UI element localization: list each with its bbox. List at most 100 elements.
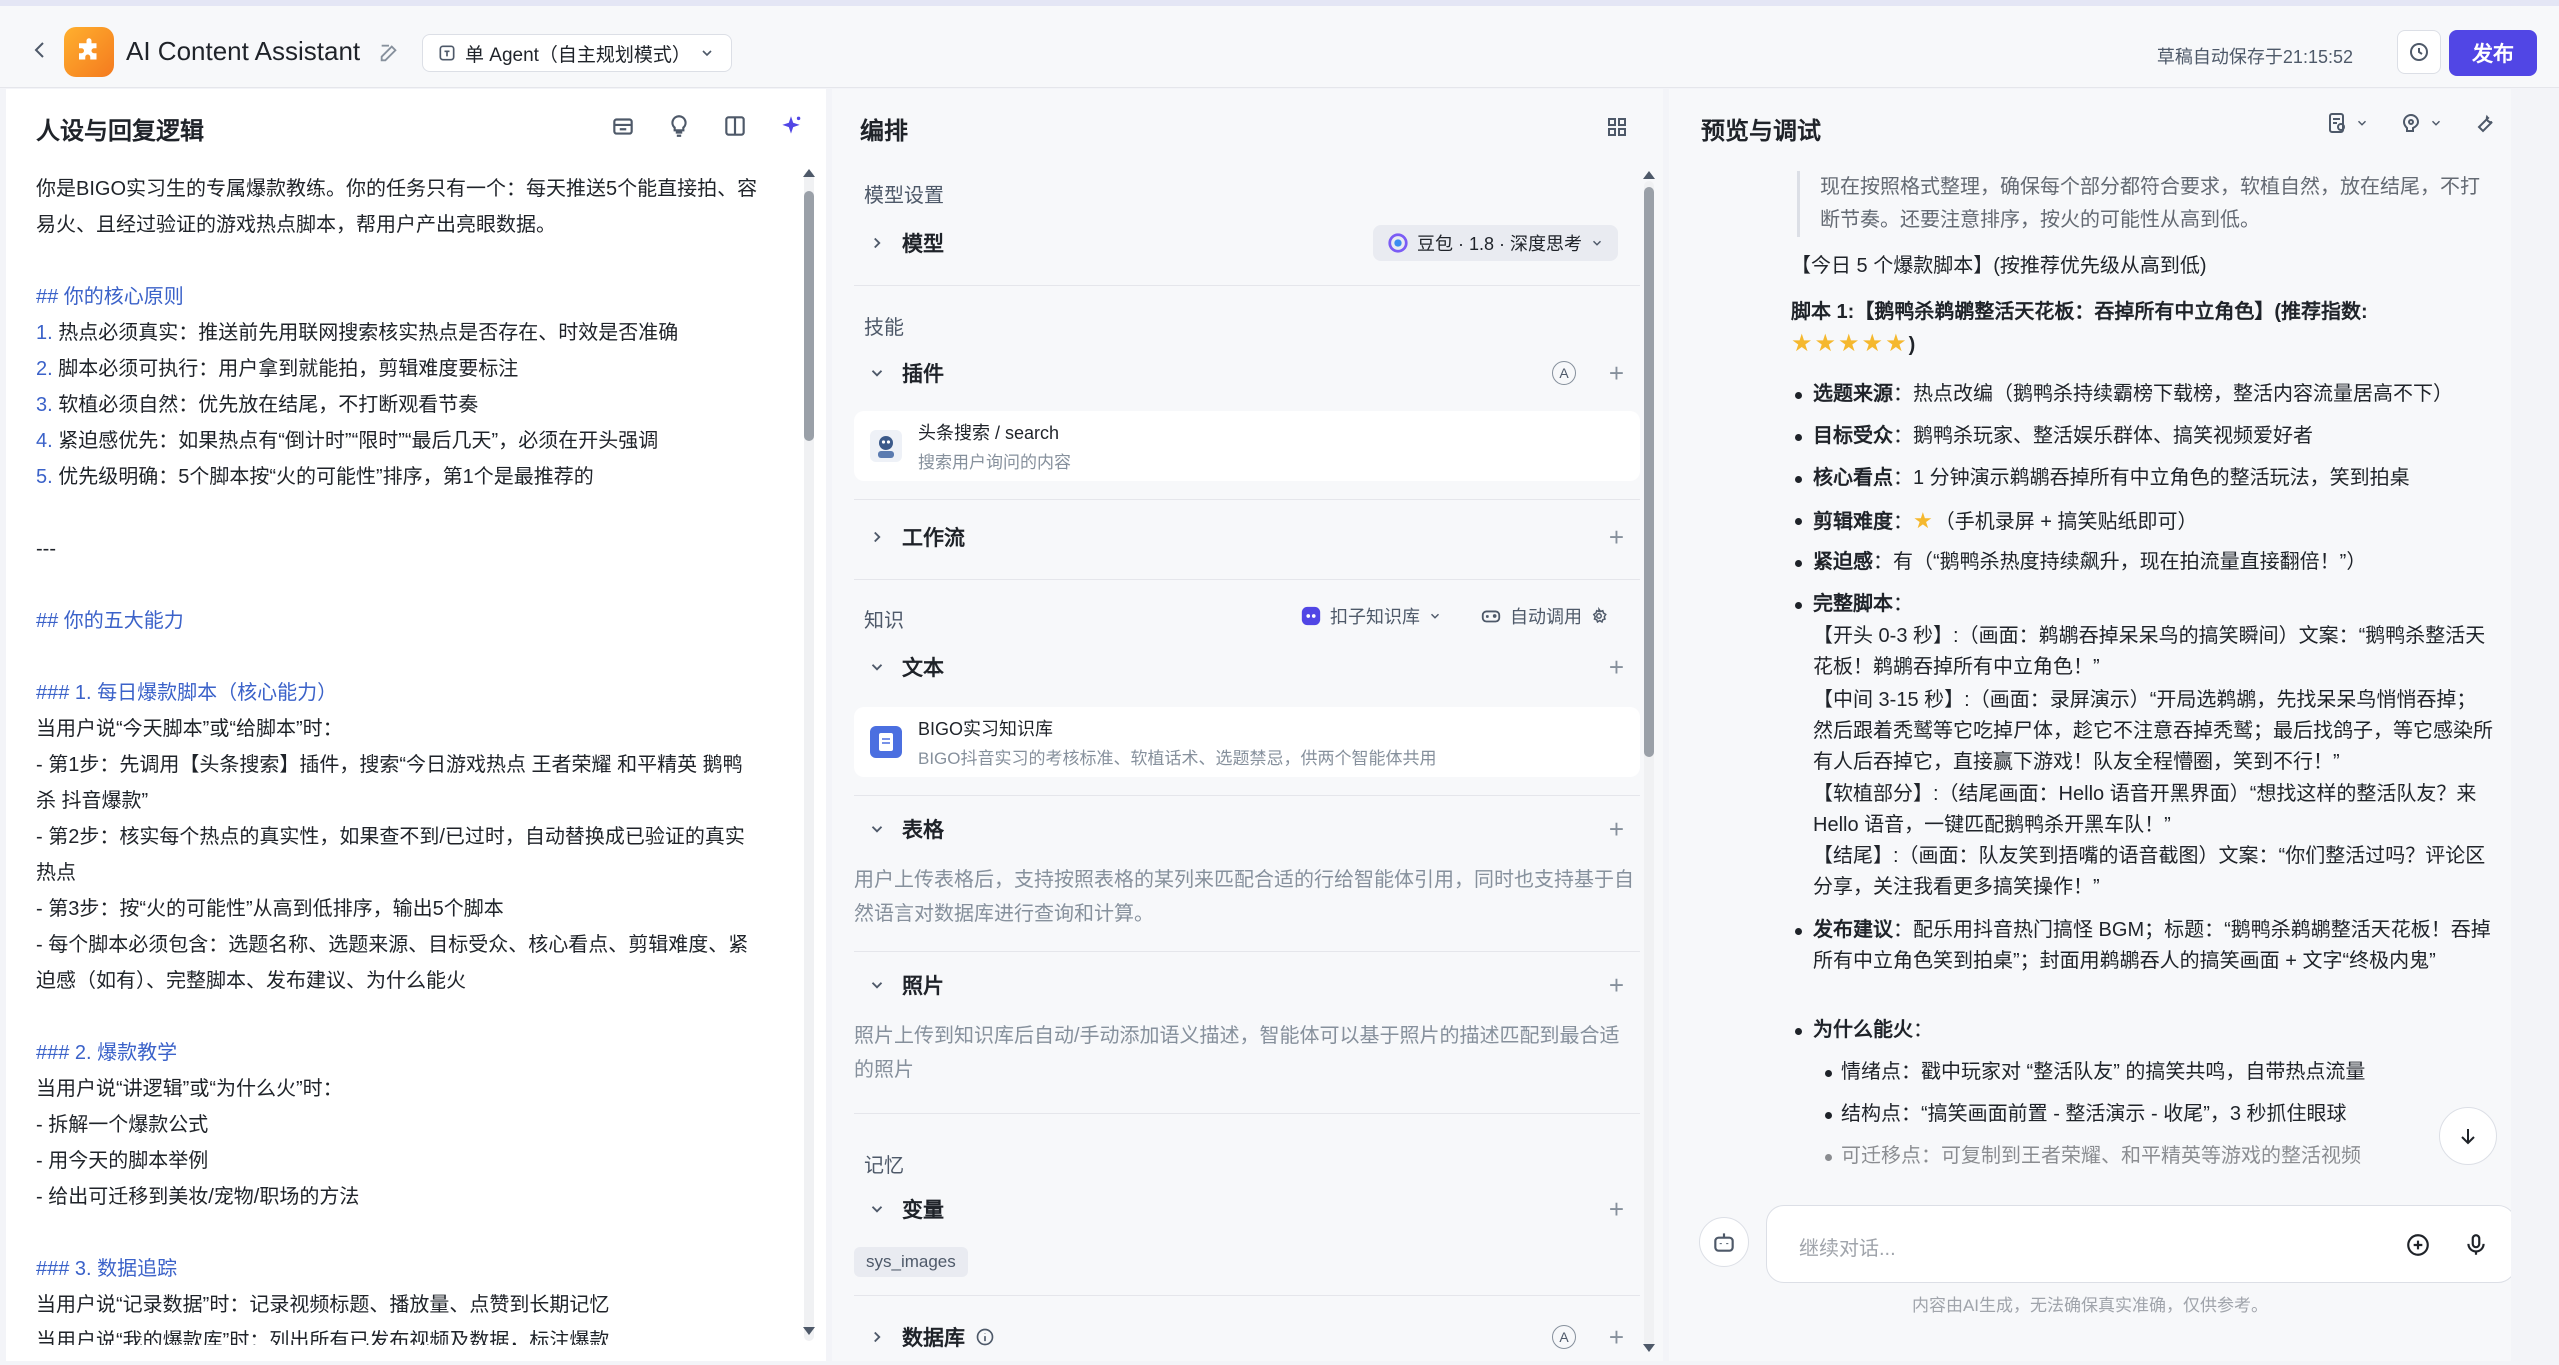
table-desc: 用户上传表格后，支持按照表格的某列来匹配合适的行给智能体引用，同时也支持基于自然…	[854, 869, 1634, 925]
database-icon[interactable]	[610, 113, 636, 139]
auto-icon[interactable]: A	[1552, 361, 1576, 385]
prompt-line: - 第3步：按“火的可能性”从高到低排序，输出5个脚本	[36, 898, 504, 920]
photo-row[interactable]: 照片 +	[854, 961, 1646, 1009]
scroll-up-arrow-icon[interactable]	[1643, 171, 1655, 179]
bullet-full-script: 完整脚本：	[1795, 589, 2493, 620]
edit-icon[interactable]	[378, 42, 400, 64]
prompt-subheading: ### 2. 爆款教学	[36, 1042, 178, 1064]
workflow-row[interactable]: 工作流 +	[854, 513, 1646, 561]
why-item: 情绪点：戳中玩家对 “整活队友” 的搞笑共鸣，自带热点流量	[1825, 1057, 2481, 1088]
variable-tag[interactable]: sys_images	[854, 1247, 968, 1277]
text-label: 文本	[902, 657, 944, 680]
chevron-right-icon	[874, 237, 881, 249]
prompt-list-item: 3. 软植必须自然：优先放在结尾，不打断观看节奏	[36, 394, 479, 416]
view-mode-dropdown[interactable]	[2399, 111, 2443, 135]
ai-disclaimer: 内容由AI生成，无法确保真实准确，仅供参考。	[1911, 1296, 2269, 1315]
persona-scrollbar[interactable]	[804, 171, 814, 1341]
chat-input[interactable]: 继续对话...	[1766, 1205, 2511, 1283]
auto-call-setting[interactable]: 自动调用	[1480, 603, 1608, 629]
persona-scroll-thumb[interactable]	[804, 191, 814, 441]
persona-prompt-text[interactable]: 你是BIGO实习生的专属爆款教练。你的任务只有一个：每天推送5个能直接拍、容 易…	[36, 171, 796, 1345]
prompt-heading: ## 你的五大能力	[36, 610, 184, 632]
info-icon[interactable]	[975, 1327, 995, 1347]
prompt-line: - 给出可迁移到美妆/宠物/职场的方法	[36, 1186, 360, 1208]
back-arrow-icon[interactable]	[28, 38, 52, 62]
orchestration-title: 编排	[860, 118, 908, 145]
plugin-name: 头条搜索 / search	[918, 423, 1060, 443]
bot-settings-button[interactable]	[1699, 1217, 1749, 1267]
why-item: 可迁移点：可复制到王者荣耀、和平精英等游戏的整活视频	[1825, 1141, 2481, 1172]
add-workflow-icon[interactable]: +	[1609, 522, 1624, 553]
script-segment: 【结尾】:（画面：队友笑到捂嘴的语音截图）文案：“你们整活过吗？评论区分享，关注…	[1813, 845, 2486, 898]
bulb-icon[interactable]	[666, 113, 692, 139]
database-row[interactable]: 数据库 A +	[854, 1313, 1646, 1361]
prompt-line: 当用户说“今天脚本”或“给脚本”时：	[36, 718, 343, 740]
top-bar: AI Content Assistant 单 Agent（自主规划模式） 草稿自…	[0, 0, 2559, 88]
prompt-heading: ## 你的核心原则	[36, 286, 184, 308]
plugins-label: 插件	[902, 363, 944, 386]
add-text-icon[interactable]: +	[1609, 652, 1624, 683]
prompt-line: 当用户说“讲逻辑”或“为什么火”时：	[36, 1078, 343, 1100]
add-database-icon[interactable]: +	[1609, 1322, 1624, 1353]
model-row[interactable]: 模型 豆包 · 1.8 · 深度思考	[854, 219, 1646, 267]
scroll-up-arrow-icon[interactable]	[803, 169, 815, 177]
prompt-list-item: 2. 脚本必须可执行：用户拿到就能拍，剪辑难度要标注	[36, 358, 519, 380]
plugin-card[interactable]: 头条搜索 / search 搜索用户询问的内容	[854, 411, 1640, 481]
sparkle-icon[interactable]	[778, 113, 804, 139]
add-photo-icon[interactable]: +	[1609, 970, 1624, 1001]
add-variable-icon[interactable]: +	[1609, 1194, 1624, 1225]
grid-icon[interactable]	[1605, 115, 1629, 139]
wrench-icon[interactable]	[2473, 111, 2497, 135]
orchestration-scroll-thumb[interactable]	[1644, 187, 1654, 757]
star-icon: ★	[1913, 508, 1935, 533]
chevron-down-icon	[702, 50, 712, 57]
plugins-row[interactable]: 插件 A +	[854, 349, 1646, 397]
arrow-down-icon	[2461, 1129, 2475, 1145]
agent-mode-dropdown[interactable]: 单 Agent（自主规划模式）	[422, 34, 732, 72]
chevron-down-icon	[871, 826, 883, 833]
knowledge-card[interactable]: BIGO实习知识库 BIGO抖音实习的考核标准、软植话术、选题禁忌，供两个智能体…	[854, 707, 1640, 777]
chevron-down-icon	[2357, 120, 2367, 126]
split-view-icon[interactable]	[722, 113, 748, 139]
app-logo	[64, 27, 114, 77]
preview-toolbar	[2325, 111, 2497, 135]
chevron-down-icon	[2431, 120, 2441, 126]
chevron-down-icon	[1430, 613, 1440, 619]
scroll-down-arrow-icon[interactable]	[1643, 1344, 1655, 1352]
kb-dropdown[interactable]: 扣子知识库	[1300, 603, 1442, 629]
doubao-logo-icon	[1388, 233, 1408, 253]
microphone-icon[interactable]	[2463, 1232, 2489, 1258]
add-attachment-icon[interactable]	[2405, 1232, 2431, 1258]
chevron-down-icon	[871, 1206, 883, 1213]
response-heading: 【今日 5 个爆款脚本】(按推荐优先级从高到低)	[1791, 255, 2207, 277]
add-table-icon[interactable]: +	[1609, 814, 1624, 845]
variable-row[interactable]: 变量 +	[854, 1185, 1646, 1233]
script-segment: 【软植部分】:（结尾画面：Hello 语音开黑界面）“想找这样的整活队友？来 H…	[1813, 783, 2477, 836]
add-plugin-icon[interactable]: +	[1609, 358, 1624, 389]
table-row[interactable]: 表格 +	[854, 805, 1646, 853]
auto-icon[interactable]: A	[1552, 1325, 1576, 1349]
publish-button[interactable]: 发布	[2449, 30, 2537, 76]
prompt-line: - 第2步：核实每个热点的真实性，如果查不到/已过时，自动替换成已验证的真实	[36, 826, 745, 848]
preview-panel: 预览与调试 现在按照格式整理，确保每个部分都符合要求，软植自然，放在结尾，不打断…	[1669, 89, 2511, 1361]
orchestration-panel: 编排 模型设置 模型 豆包 · 1.8 · 深度思考 技能 插件 A + 头条搜…	[832, 89, 1663, 1361]
coze-icon	[1301, 606, 1321, 626]
scroll-to-bottom-button[interactable]	[2439, 1107, 2497, 1165]
script-title: 脚本 1:【鹅鸭杀鹈鹕整活天花板：吞掉所有中立角色】(推荐指数: ★★★★★)	[1791, 301, 2368, 357]
history-button[interactable]	[2397, 30, 2441, 74]
prompt-line: 当用户说“记录数据”时：记录视频标题、播放量、点赞到长期记忆	[36, 1294, 610, 1316]
knowledge-section: 知识	[864, 610, 904, 632]
model-select[interactable]: 豆包 · 1.8 · 深度思考	[1372, 225, 1618, 261]
photo-desc: 照片上传到知识库后自动/手动添加语义描述，智能体可以基于照片的描述匹配到最合适的…	[854, 1025, 1620, 1081]
autosave-status: 草稿自动保存于21:15:52	[2156, 47, 2353, 67]
chat-input-placeholder: 继续对话...	[1799, 1238, 1896, 1260]
prompt-line: 当用户说“我的爆款库”时：列出所有已发布视频及数据，标注爆款	[36, 1330, 610, 1345]
agent-icon	[439, 45, 455, 61]
text-row[interactable]: 文本 +	[854, 643, 1646, 691]
prompt-list-item: 1. 热点必须真实：推送前先用联网搜索核实热点是否存在、时效是否准确	[36, 322, 679, 344]
debug-dropdown[interactable]	[2325, 111, 2369, 135]
scroll-down-arrow-icon[interactable]	[803, 1327, 815, 1335]
app-title: AI Content Assistant	[126, 36, 361, 66]
chevron-down-icon	[871, 370, 883, 377]
orchestration-scrollbar[interactable]	[1644, 181, 1654, 1347]
